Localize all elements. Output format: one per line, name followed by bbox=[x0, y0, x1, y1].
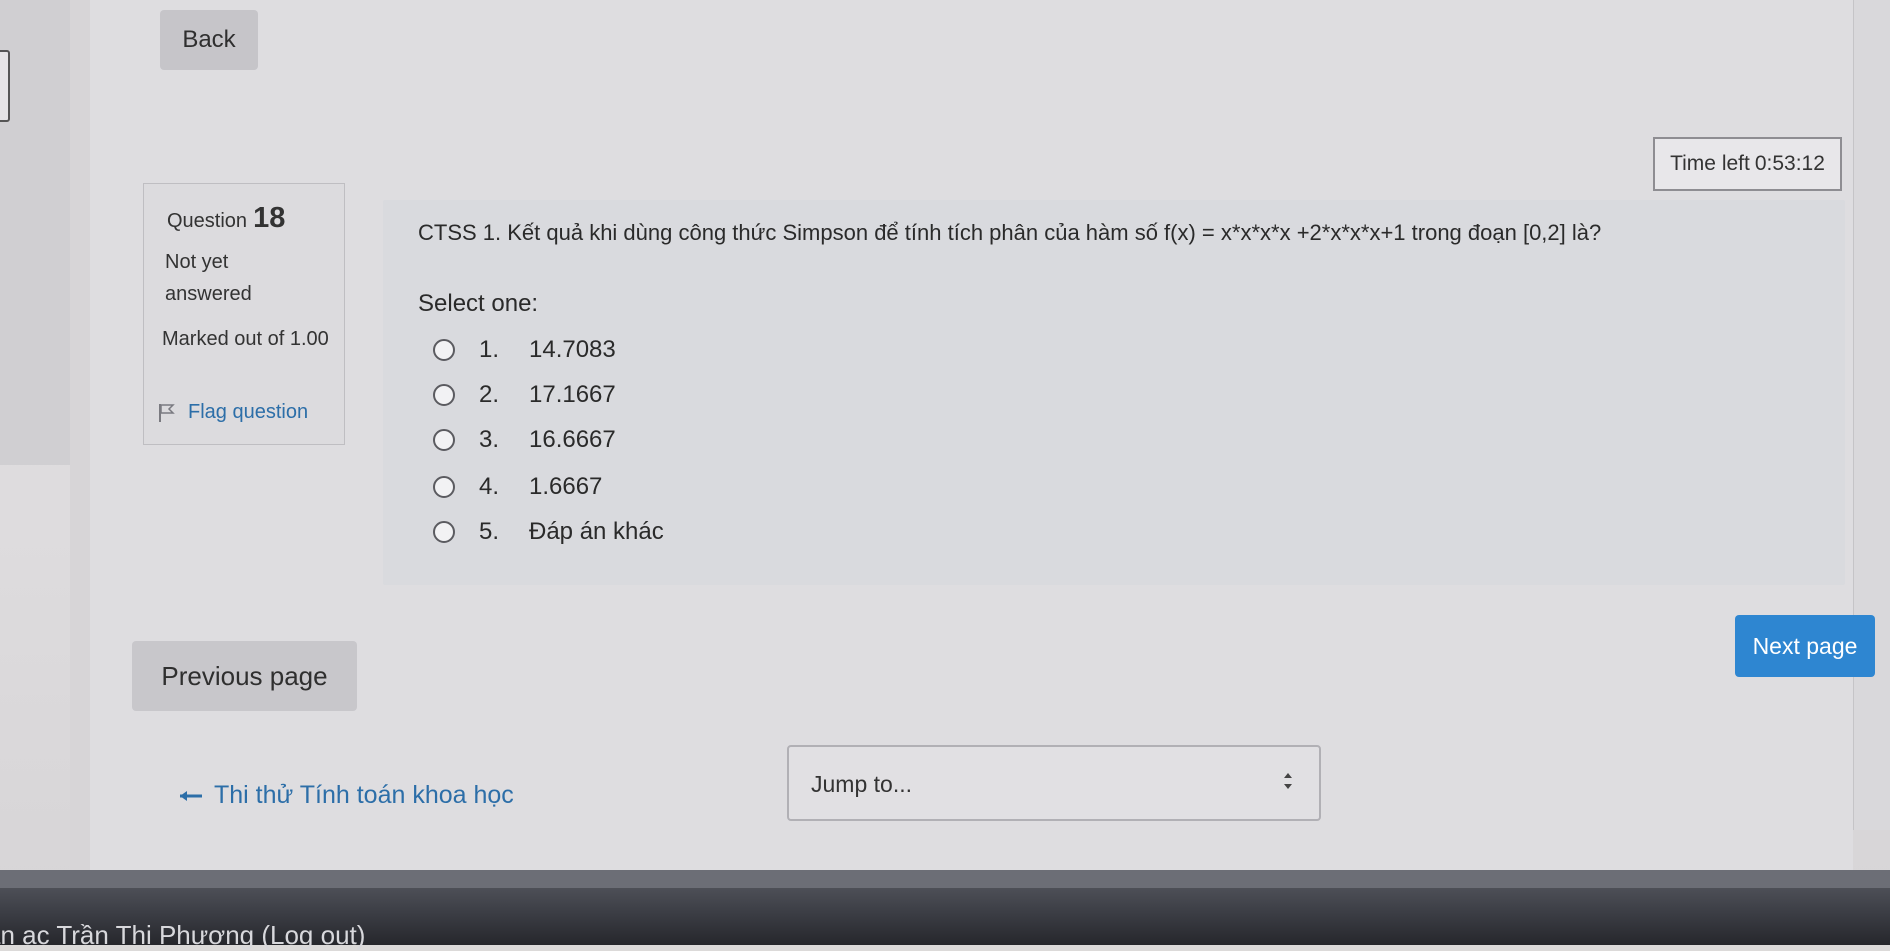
time-left-value: 0:53:12 bbox=[1754, 152, 1825, 175]
question-info-panel: Question 18 Not yet answered Marked out o… bbox=[143, 183, 345, 445]
option-text: 16.6667 bbox=[529, 426, 616, 453]
question-status: Not yet answered bbox=[165, 251, 252, 305]
radio-button[interactable] bbox=[433, 429, 455, 451]
previous-page-button[interactable]: Previous page bbox=[132, 641, 357, 711]
time-left-display: Time left 0:53:12 bbox=[1653, 137, 1842, 191]
next-page-button[interactable]: Next page bbox=[1735, 615, 1875, 677]
question-marks: Marked out of 1.00 bbox=[162, 328, 329, 350]
flag-question-label: Flag question bbox=[188, 401, 309, 423]
drawer-toggle-handle[interactable] bbox=[0, 50, 10, 122]
answer-option-4[interactable]: 4. 1.6667 bbox=[433, 469, 602, 505]
question-content: CTSS 1. Kết quả khi dùng công thức Simps… bbox=[383, 200, 1845, 585]
option-number: 4. bbox=[479, 473, 500, 500]
question-label: Question bbox=[167, 210, 248, 232]
time-left-label: Time left bbox=[1670, 152, 1750, 175]
course-link[interactable]: Thi thử Tính toán khoa học bbox=[178, 781, 514, 810]
option-number: 1. bbox=[479, 336, 500, 363]
radio-button[interactable] bbox=[433, 521, 455, 543]
option-text: 17.1667 bbox=[529, 381, 616, 408]
radio-button[interactable] bbox=[433, 339, 455, 361]
answer-option-1[interactable]: 1. 14.7083 bbox=[433, 332, 616, 368]
logged-in-user-text[interactable]: ăn ac Trần Thị Phương (Log out) bbox=[0, 920, 365, 951]
option-text: 14.7083 bbox=[529, 336, 616, 363]
flag-question-link[interactable]: Flag question bbox=[158, 401, 308, 424]
footer: ăn ac Trần Thị Phương (Log out) bbox=[0, 870, 1890, 950]
back-button[interactable]: Back bbox=[160, 10, 258, 70]
option-text: 1.6667 bbox=[529, 473, 603, 500]
course-link-label: Thi thử Tính toán khoa học bbox=[214, 781, 514, 809]
jump-to-select[interactable]: Jump to... bbox=[787, 745, 1321, 821]
scrollbar[interactable] bbox=[1853, 0, 1890, 830]
question-number-value: 18 bbox=[253, 202, 286, 234]
flag-icon bbox=[159, 403, 175, 422]
radio-button[interactable] bbox=[433, 384, 455, 406]
option-number: 5. bbox=[479, 518, 500, 545]
jump-to-label: Jump to... bbox=[811, 771, 912, 797]
select-arrows-icon bbox=[1284, 773, 1292, 789]
option-text: Đáp án khác bbox=[529, 518, 664, 545]
footer-divider bbox=[0, 870, 1890, 888]
question-text: CTSS 1. Kết quả khi dùng công thức Simps… bbox=[418, 220, 1602, 245]
option-number: 2. bbox=[479, 381, 500, 408]
option-number: 3. bbox=[479, 426, 500, 453]
left-drawer-panel bbox=[0, 0, 71, 465]
arrow-left-icon bbox=[180, 790, 202, 801]
answer-option-3[interactable]: 3. 16.6667 bbox=[433, 422, 616, 458]
select-one-label: Select one: bbox=[418, 290, 539, 317]
left-gutter bbox=[70, 0, 90, 890]
question-number: Question 18 bbox=[167, 202, 285, 235]
answer-option-5[interactable]: 5. Đáp án khác bbox=[433, 514, 664, 550]
radio-button[interactable] bbox=[433, 476, 455, 498]
screen: Back Time left 0:53:12 Question 18 Not ye… bbox=[0, 0, 1890, 950]
answer-option-2[interactable]: 2. 17.1667 bbox=[433, 377, 616, 413]
